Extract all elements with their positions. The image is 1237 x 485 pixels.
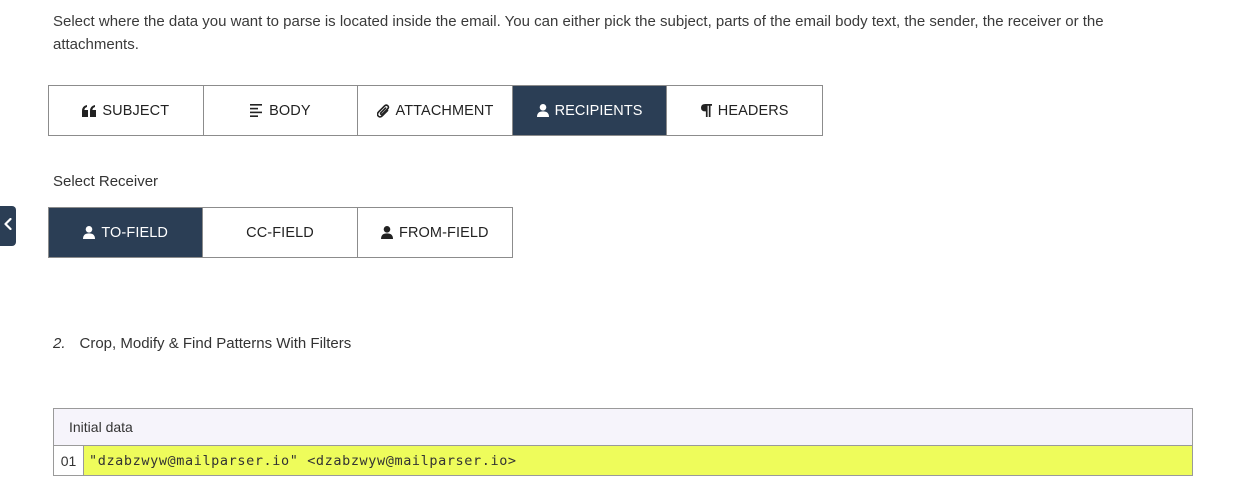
tab-body[interactable]: BODY: [203, 86, 359, 135]
step-title: Crop, Modify & Find Patterns With Filter…: [79, 335, 352, 352]
step-heading: 2. Crop, Modify & Find Patterns With Fil…: [53, 335, 351, 352]
select-receiver-label: Select Receiver: [53, 173, 159, 190]
initial-data-panel: Initial data 01 "dzabzwyw@mailparser.io"…: [53, 408, 1193, 476]
source-tabs: SUBJECT BODY ATTACHMENT RECIPIENTS HEADE…: [48, 85, 823, 136]
receiver-tabs: TO-FIELD CC-FIELD FROM-FIELD: [48, 207, 513, 258]
user-icon: [83, 226, 96, 239]
line-number: 01: [54, 446, 84, 475]
chevron-left-icon: [4, 217, 12, 235]
tab-subject-label: SUBJECT: [102, 102, 170, 119]
collapse-handle[interactable]: [0, 206, 16, 246]
tab-to-field-label: TO-FIELD: [101, 224, 168, 241]
tab-subject[interactable]: SUBJECT: [49, 86, 204, 135]
tab-headers-label: HEADERS: [717, 102, 789, 119]
user-icon: [381, 226, 394, 239]
tab-recipients-label: RECIPIENTS: [554, 102, 643, 119]
page: Select where the data you want to parse …: [0, 0, 1237, 485]
tab-body-label: BODY: [269, 102, 311, 119]
user-icon: [536, 104, 549, 117]
align-left-icon: [250, 104, 263, 117]
intro-text: Select where the data you want to parse …: [53, 13, 1104, 53]
tab-cc-field[interactable]: CC-FIELD: [203, 208, 358, 257]
step-number: 2.: [53, 335, 66, 352]
initial-data-header: Initial data: [54, 409, 1192, 446]
tab-recipients[interactable]: RECIPIENTS: [512, 86, 668, 135]
paragraph-icon: [700, 104, 712, 117]
tab-to-field[interactable]: TO-FIELD: [49, 208, 204, 257]
tab-attachment[interactable]: ATTACHMENT: [358, 86, 513, 135]
tab-headers[interactable]: HEADERS: [667, 86, 822, 135]
tab-attachment-label: ATTACHMENT: [395, 102, 494, 119]
tab-from-field-label: FROM-FIELD: [399, 224, 489, 241]
quote-icon: [82, 104, 97, 117]
tab-from-field[interactable]: FROM-FIELD: [357, 208, 512, 257]
line-content[interactable]: "dzabzwyw@mailparser.io" <dzabzwyw@mailp…: [84, 446, 1192, 475]
tab-cc-field-label: CC-FIELD: [246, 224, 314, 241]
data-line: 01 "dzabzwyw@mailparser.io" <dzabzwyw@ma…: [54, 446, 1192, 475]
paperclip-icon: [376, 103, 390, 118]
